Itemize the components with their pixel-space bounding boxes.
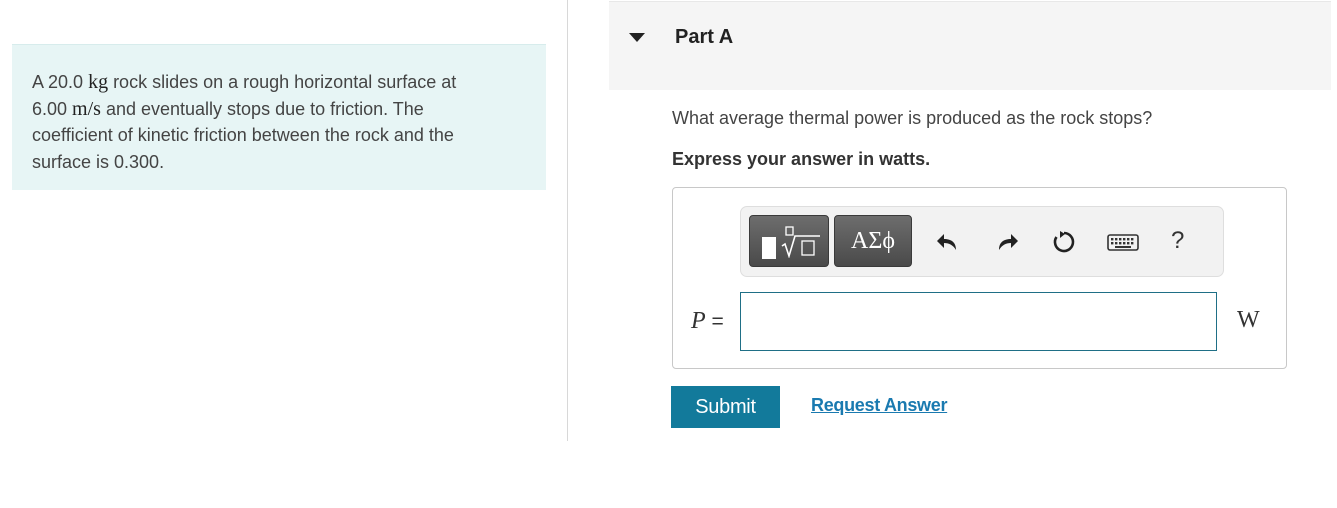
problem-line-1: A 20.0 kg rock slides on a rough horizon… <box>32 71 457 93</box>
redo-icon[interactable] <box>994 229 1020 255</box>
part-title: Part A <box>675 26 734 48</box>
speed-unit: m/s <box>72 97 101 120</box>
collapse-caret-icon[interactable] <box>629 33 645 42</box>
symbols-button[interactable]: ΑΣϕ <box>834 215 912 267</box>
reset-icon[interactable] <box>1051 229 1077 255</box>
radical-icon <box>781 226 820 258</box>
part-header[interactable]: Part A <box>609 1 1331 90</box>
answer-input[interactable] <box>740 292 1217 351</box>
submit-button[interactable]: Submit <box>671 386 780 428</box>
problem-line-4: surface is 0.300. <box>32 151 165 172</box>
answer-instruction: Express your answer in watts. <box>672 149 931 169</box>
math-toolbar: ΑΣϕ ? <box>740 206 1224 277</box>
keyboard-icon[interactable] <box>1107 229 1139 255</box>
problem-statement: A 20.0 kg rock slides on a rough horizon… <box>12 44 546 190</box>
column-divider <box>567 0 568 441</box>
undo-icon[interactable] <box>935 229 961 255</box>
variable-label: P = <box>691 308 724 334</box>
unit-label: W <box>1237 307 1260 333</box>
problem-line-2: 6.00 m/s and eventually stops due to fri… <box>32 97 424 120</box>
mass-unit: kg <box>88 71 109 93</box>
help-icon[interactable]: ? <box>1171 227 1184 255</box>
templates-button[interactable] <box>749 215 829 267</box>
question-text: What average thermal power is produced a… <box>672 108 1153 128</box>
request-answer-link[interactable]: Request Answer <box>811 395 947 416</box>
templates-icon <box>762 237 776 259</box>
answer-panel: ΑΣϕ ? P = W <box>672 187 1287 369</box>
problem-line-3: coefficient of kinetic friction between … <box>32 125 454 145</box>
